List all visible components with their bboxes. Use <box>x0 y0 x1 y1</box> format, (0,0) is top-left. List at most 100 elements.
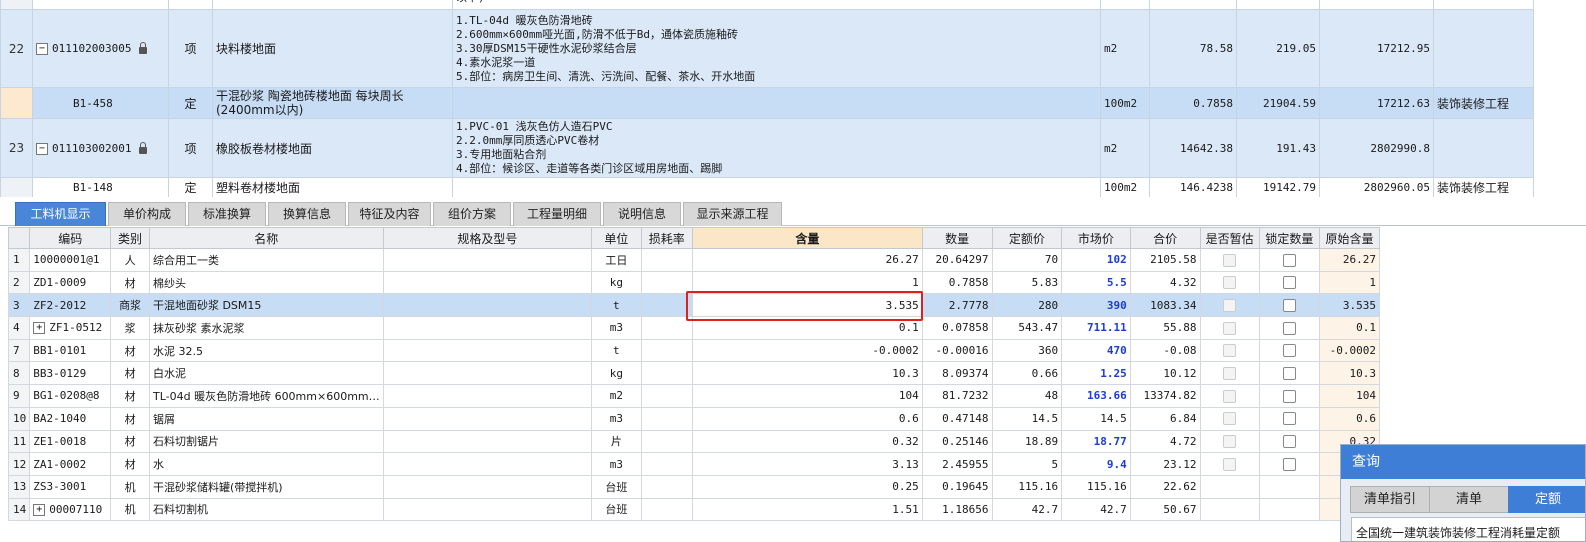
qty-cell[interactable]: 0.47148 <box>921 406 993 431</box>
price-cell[interactable]: 191.43 <box>1236 118 1320 178</box>
provisional-cell[interactable] <box>1199 406 1260 431</box>
lock-qty-checkbox[interactable] <box>1282 344 1296 358</box>
original-content-cell[interactable]: 1 <box>1319 270 1380 295</box>
lock-qty-cell[interactable] <box>1258 338 1321 363</box>
market-cell[interactable]: 9.4 <box>1061 452 1131 476</box>
code-cell[interactable]: ZF2-2012 <box>29 293 112 318</box>
name-cell[interactable] <box>212 0 453 10</box>
code-cell[interactable]: ZA1-0002 <box>29 452 112 476</box>
content-cell[interactable]: 1.51 <box>691 497 923 522</box>
provisional-checkbox[interactable] <box>1223 276 1237 290</box>
name-cell[interactable]: 棉纱头 <box>148 270 384 295</box>
provisional-cell[interactable] <box>1199 316 1260 340</box>
dialog-tab-bill[interactable]: 清单 <box>1429 486 1509 513</box>
quota-cell[interactable]: 48 <box>991 384 1063 408</box>
qty-cell[interactable]: 0.7858 <box>921 270 993 295</box>
total-cell[interactable]: 17212.95 <box>1319 9 1434 88</box>
price-cell[interactable] <box>1236 0 1320 10</box>
expand-icon[interactable]: + <box>33 322 46 335</box>
feature-cell[interactable]: 1.PVC-01 浅灰色仿人造石PVC 2.2.0mm厚同质透心PVC卷材 3.专用… <box>452 118 1101 178</box>
resource-row[interactable]: 13 ZS3-3001 机干混砂浆储料罐(带搅拌机) 台班 0.25 0.19645 115… <box>8 474 1380 499</box>
column-header[interactable]: 名称 <box>148 227 384 249</box>
content-cell[interactable]: 104 <box>691 384 923 408</box>
column-header[interactable]: 损耗率 <box>640 227 693 249</box>
name-cell[interactable]: 锯屑 <box>148 406 384 431</box>
spec-cell[interactable] <box>382 293 593 318</box>
name-cell[interactable]: 水 <box>148 452 384 476</box>
column-header[interactable]: 合价 <box>1129 227 1201 249</box>
content-cell[interactable]: 3.535 <box>691 293 923 318</box>
column-header[interactable]: 定额价 <box>991 227 1063 249</box>
lock-qty-cell[interactable] <box>1258 384 1321 408</box>
lock-qty-checkbox[interactable] <box>1282 412 1296 426</box>
quota-cell[interactable]: 18.89 <box>991 429 1063 454</box>
dialog-tab-bill-guide[interactable]: 清单指引 <box>1350 486 1430 513</box>
code-cell[interactable]: ZD1-0009 <box>29 270 112 295</box>
resource-row[interactable]: 8 BB3-0129 材白水泥 kg 10.3 8.09374 0.66 1.25 10.12 1… <box>8 361 1380 386</box>
provisional-cell[interactable] <box>1199 384 1260 408</box>
type-cell[interactable]: 材 <box>110 429 150 454</box>
unit-cell[interactable]: 100m2 <box>1100 177 1150 197</box>
quota-cell[interactable]: 5 <box>991 452 1063 476</box>
lock-qty-checkbox[interactable] <box>1282 298 1296 312</box>
total-cell[interactable]: 6.84 <box>1129 406 1201 431</box>
total-cell[interactable] <box>1319 0 1434 10</box>
content-cell[interactable]: 1 <box>691 270 923 295</box>
qty-cell[interactable] <box>1149 0 1237 10</box>
name-cell[interactable]: 塑料卷材楼地面 <box>212 177 453 197</box>
feature-cell[interactable] <box>452 177 1101 197</box>
qty-cell[interactable]: 0.7858 <box>1149 87 1237 119</box>
resource-row[interactable]: 12 ZA1-0002 材水 m3 3.13 2.45955 5 9.4 23.12 <box>8 452 1380 476</box>
lock-qty-cell[interactable] <box>1258 406 1321 431</box>
name-cell[interactable]: 石料切割机 <box>148 497 384 522</box>
lock-qty-checkbox[interactable] <box>1282 389 1296 403</box>
market-cell[interactable]: 115.16 <box>1061 474 1131 499</box>
feature-cell[interactable]: 1.TL-04d 暖灰色防滑地砖 2.600mm×600mm哑光面,防滑不低于Bd… <box>452 9 1101 88</box>
profession-cell[interactable] <box>1433 9 1534 88</box>
content-cell[interactable]: 26.27 <box>691 248 923 272</box>
quota-cell[interactable]: 115.16 <box>991 474 1063 499</box>
quota-cell[interactable]: 42.7 <box>991 497 1063 522</box>
original-content-cell[interactable]: 0.1 <box>1319 316 1380 340</box>
price-cell[interactable]: 219.05 <box>1236 9 1320 88</box>
type-cell[interactable]: 材 <box>110 361 150 386</box>
total-cell[interactable]: 1083.34 <box>1129 293 1201 318</box>
provisional-checkbox[interactable] <box>1223 412 1237 426</box>
content-cell[interactable]: -0.0002 <box>691 338 923 363</box>
type-cell[interactable]: 材 <box>110 270 150 295</box>
column-header[interactable]: 数量 <box>921 227 993 249</box>
tab-7[interactable]: 说明信息 <box>603 202 681 226</box>
content-cell[interactable]: 3.13 <box>691 452 923 476</box>
code-cell[interactable]: BB1-0101 <box>29 338 112 363</box>
name-cell[interactable]: 块料楼地面 <box>212 9 453 88</box>
unit-cell[interactable]: m3 <box>591 316 642 340</box>
type-cell[interactable]: 材 <box>110 384 150 408</box>
quota-cell[interactable]: 280 <box>991 293 1063 318</box>
bill-code-cell[interactable]: −011103002001 <box>32 118 169 178</box>
spec-cell[interactable] <box>382 474 593 499</box>
spec-cell[interactable] <box>382 270 593 295</box>
quota-cell[interactable]: 14.5 <box>991 406 1063 431</box>
column-header[interactable]: 规格及型号 <box>382 227 593 249</box>
qty-cell[interactable]: 78.58 <box>1149 9 1237 88</box>
collapse-icon[interactable]: − <box>36 142 48 155</box>
resource-row[interactable]: 4 + ZF1-0512 浆抹灰砂浆 素水泥浆 m3 0.1 0.07858 543.47 71… <box>8 316 1380 340</box>
unit-cell[interactable]: 工日 <box>591 248 642 272</box>
type-cell[interactable]: 人 <box>110 248 150 272</box>
provisional-checkbox[interactable] <box>1223 321 1237 335</box>
lock-qty-checkbox[interactable] <box>1282 435 1296 449</box>
bill-code-cell[interactable] <box>32 0 169 10</box>
unit-cell[interactable]: 100m2 <box>1100 87 1150 119</box>
total-cell[interactable]: 17212.63 <box>1319 87 1434 119</box>
provisional-cell[interactable] <box>1199 338 1260 363</box>
total-cell[interactable]: 4.32 <box>1129 270 1201 295</box>
lock-qty-cell[interactable] <box>1258 293 1321 318</box>
name-cell[interactable]: TL-04d 暖灰色防滑地砖 600mm×600mm… <box>148 384 384 408</box>
name-cell[interactable]: 抹灰砂浆 素水泥浆 <box>148 316 384 340</box>
unit-cell[interactable]: t <box>591 338 642 363</box>
resource-row[interactable]: 2 ZD1-0009 材棉纱头 kg 1 0.7858 5.83 5.5 4.32 1 <box>8 270 1380 295</box>
lock-qty-cell[interactable] <box>1258 452 1321 476</box>
collapse-icon[interactable]: − <box>36 43 48 55</box>
resource-row[interactable]: 11 ZE1-0018 材石料切割锯片 片 0.32 0.25146 18.89 18.77 4… <box>8 429 1380 454</box>
column-header[interactable]: 原始含量 <box>1319 227 1380 249</box>
